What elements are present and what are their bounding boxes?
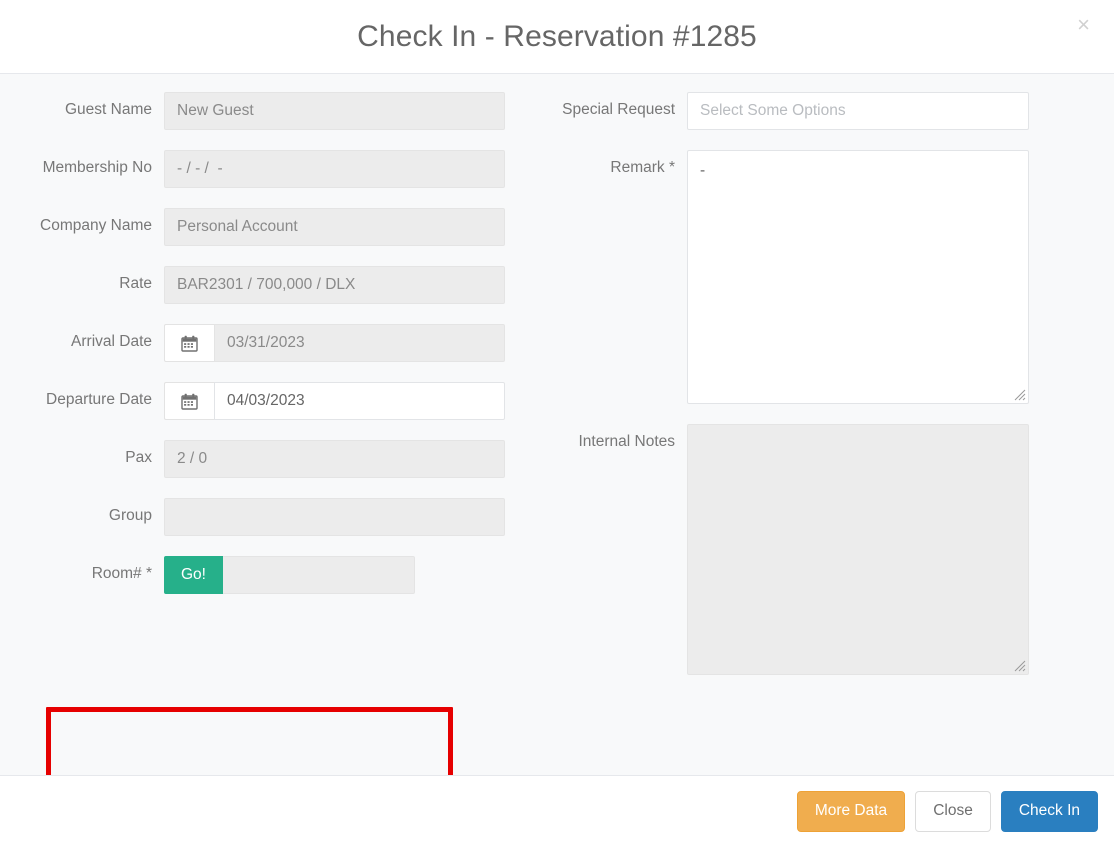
check-in-modal: Check In - Reservation #1285 × Guest Nam… (0, 0, 1114, 847)
pax-input (164, 440, 505, 478)
go-button[interactable]: Go! (164, 556, 223, 594)
field-wrap-group (164, 498, 505, 536)
remark-textarea[interactable] (687, 150, 1029, 404)
field-wrap-membership-no (164, 150, 505, 188)
arrival-date-group (164, 324, 505, 362)
label-special-request: Special Request (562, 101, 675, 118)
arrival-date-input (214, 324, 505, 362)
room-number-highlight (46, 707, 453, 775)
field-wrap-guest-name (164, 92, 505, 130)
page-title: Check In - Reservation #1285 (357, 19, 757, 53)
field-wrap-internal-notes (687, 424, 1029, 675)
label-internal-notes: Internal Notes (578, 433, 676, 450)
label-remark: Remark * (610, 159, 675, 176)
field-wrap-arrival-date (164, 324, 505, 362)
company-name-input (164, 208, 505, 246)
right-column: Special Request Remark * Intern (557, 92, 1114, 695)
field-wrap-pax (164, 440, 505, 478)
modal-header: Check In - Reservation #1285 × (0, 0, 1114, 74)
field-row-room-number: Room# * Go! (0, 556, 557, 594)
close-button[interactable]: Close (915, 791, 991, 832)
check-in-button[interactable]: Check In (1000, 791, 1098, 832)
close-icon[interactable]: × (1069, 10, 1098, 40)
field-wrap-special-request (687, 92, 1029, 130)
membership-no-input (164, 150, 505, 188)
departure-date-input[interactable] (214, 382, 505, 420)
calendar-icon[interactable] (164, 324, 214, 362)
calendar-icon[interactable] (164, 382, 214, 420)
field-wrap-room-number: Go! (164, 556, 505, 594)
label-room-number: Room# * (91, 565, 152, 582)
rate-input (164, 266, 505, 304)
room-number-group: Go! (164, 556, 415, 594)
internal-notes-textarea (687, 424, 1029, 675)
special-request-select[interactable] (687, 92, 1029, 130)
group-input (164, 498, 505, 536)
field-wrap-rate (164, 266, 505, 304)
field-wrap-remark (687, 150, 1029, 404)
field-wrap-departure-date (164, 382, 505, 420)
form-columns: Guest Name Membership No Company Name (0, 92, 1114, 695)
modal-body: Guest Name Membership No Company Name (0, 74, 1114, 775)
more-data-button[interactable]: More Data (796, 791, 906, 832)
departure-date-group (164, 382, 505, 420)
room-number-input[interactable] (223, 556, 415, 594)
modal-footer: More Data Close Check In (0, 775, 1114, 847)
guest-name-input (164, 92, 505, 130)
field-wrap-company-name (164, 208, 505, 246)
